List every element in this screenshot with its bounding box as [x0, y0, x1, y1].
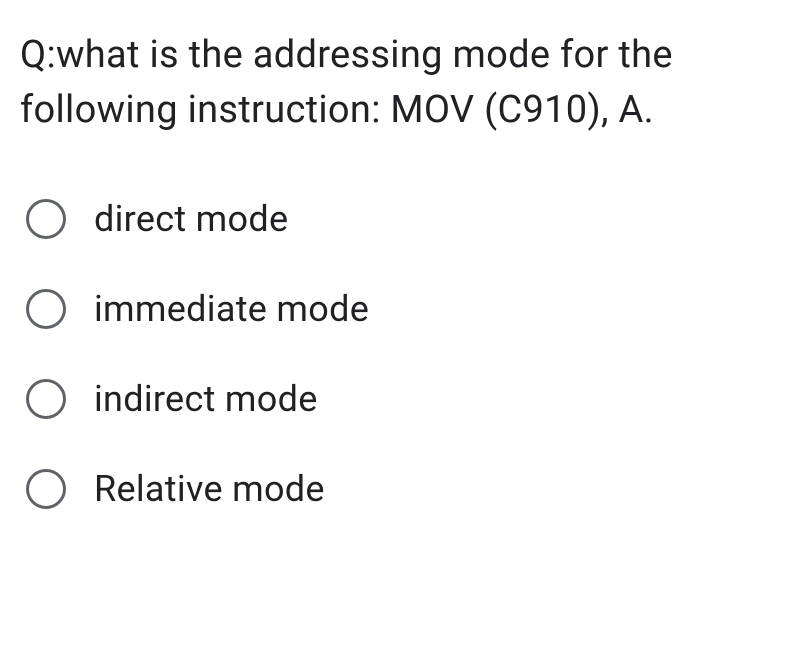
option-label: indirect mode	[94, 378, 318, 420]
question-text: Q:what is the addressing mode for the fo…	[20, 28, 780, 138]
option-immediate-mode[interactable]: immediate mode	[26, 288, 780, 330]
option-label: direct mode	[94, 198, 288, 240]
option-indirect-mode[interactable]: indirect mode	[26, 378, 780, 420]
option-relative-mode[interactable]: Relative mode	[26, 468, 780, 510]
radio-icon	[26, 289, 66, 329]
radio-icon	[26, 199, 66, 239]
option-label: immediate mode	[94, 288, 369, 330]
options-list: direct mode immediate mode indirect mode…	[20, 198, 780, 510]
radio-icon	[26, 469, 66, 509]
option-label: Relative mode	[94, 468, 325, 510]
option-direct-mode[interactable]: direct mode	[26, 198, 780, 240]
radio-icon	[26, 379, 66, 419]
